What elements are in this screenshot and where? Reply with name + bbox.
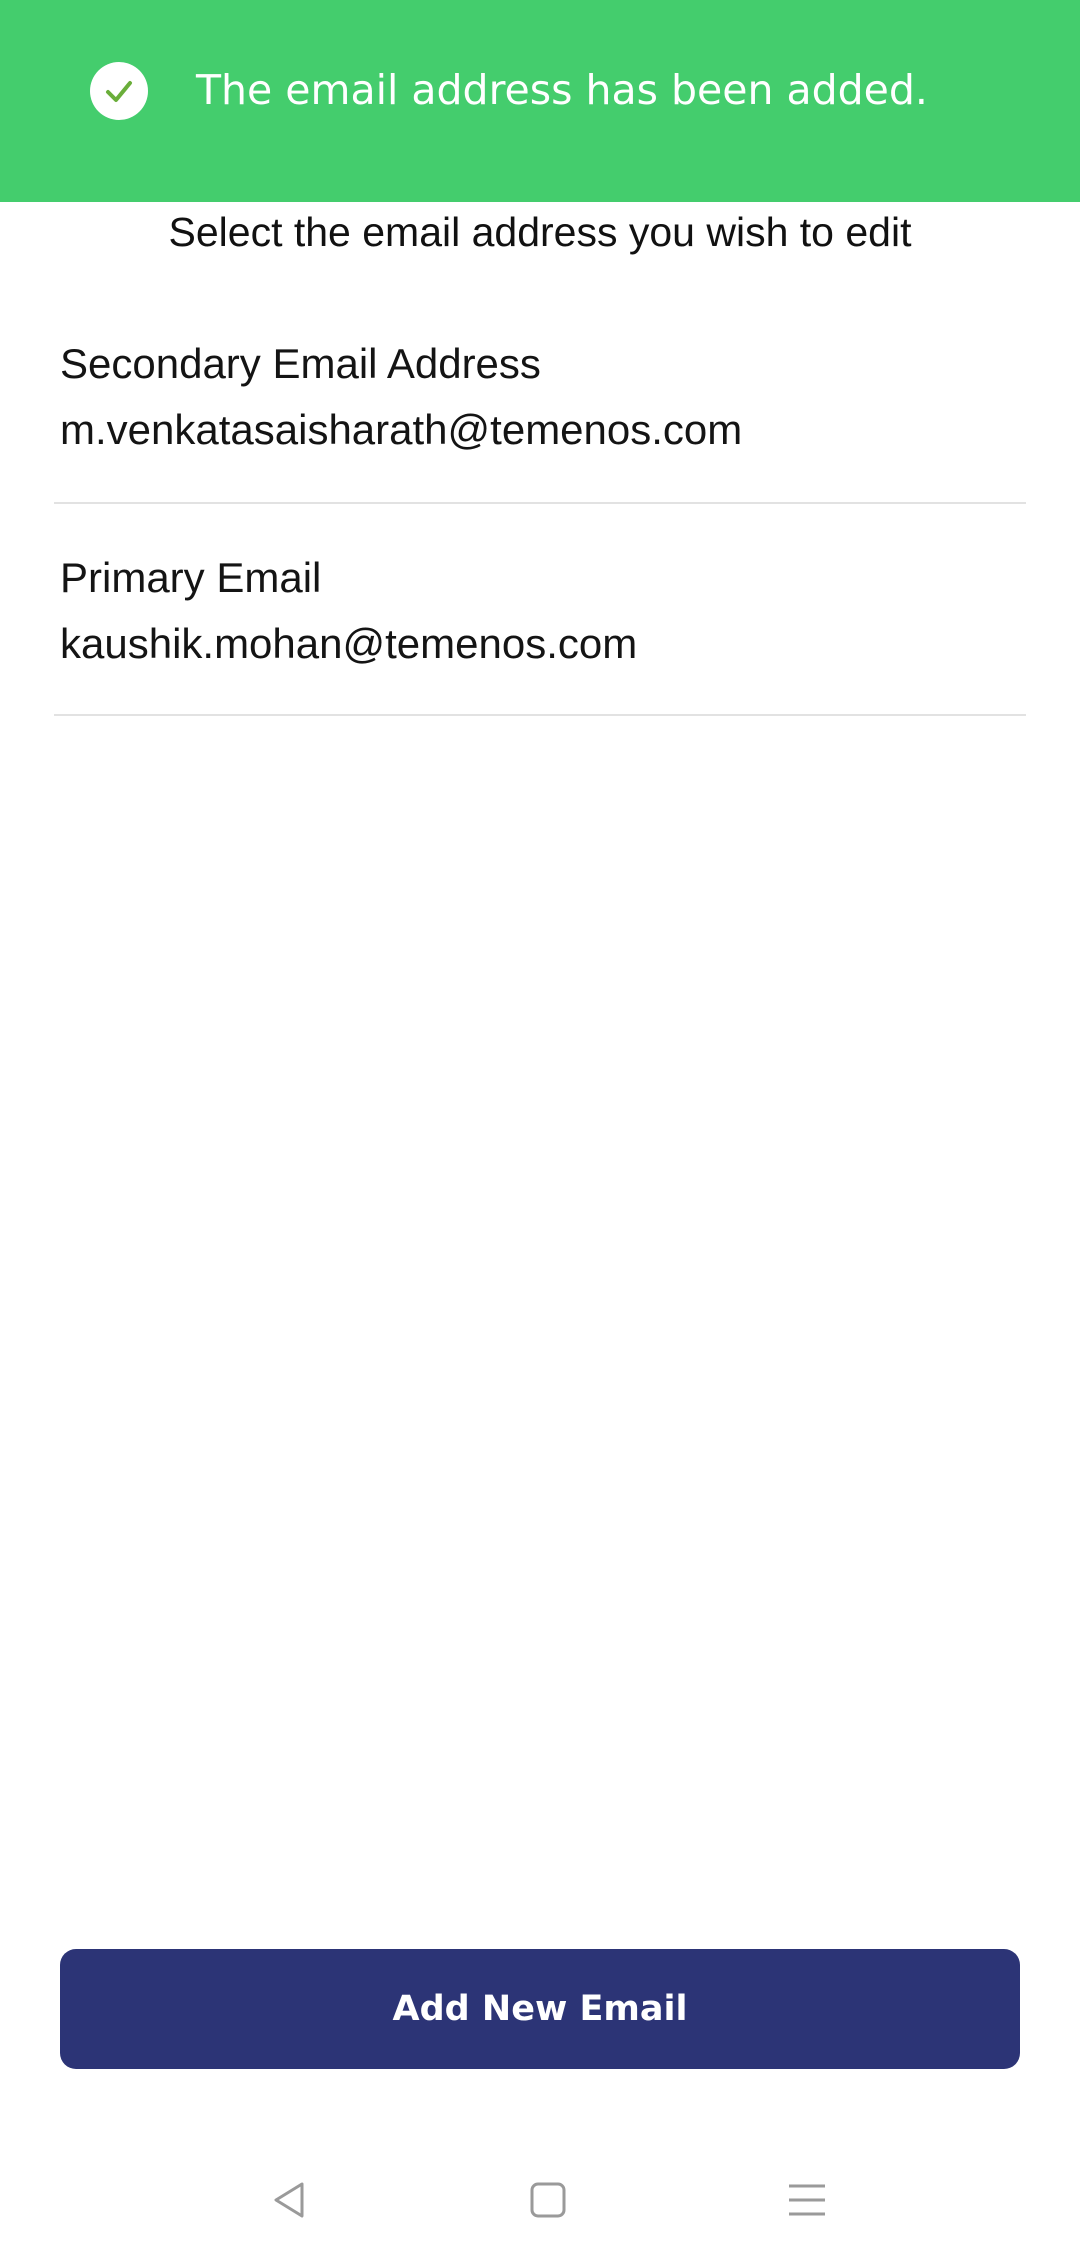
success-toast: The email address has been added. (0, 0, 1080, 202)
email-list-item-primary[interactable]: Primary Email kaushik.mohan@temenos.com (54, 504, 1026, 716)
email-address: m.venkatasaisharath@temenos.com (60, 406, 743, 453)
home-square-icon[interactable] (518, 2170, 578, 2230)
email-label: Secondary Email Address (60, 340, 541, 387)
system-nav-bar (0, 2140, 1080, 2250)
email-label: Primary Email (60, 554, 322, 601)
menu-lines-icon[interactable] (777, 2170, 837, 2230)
toast-message: The email address has been added. (196, 66, 928, 114)
add-new-email-button[interactable]: Add New Email (60, 1949, 1020, 2069)
page-heading: Select the email address you wish to edi… (168, 209, 912, 255)
email-address: kaushik.mohan@temenos.com (60, 620, 638, 667)
back-triangle-icon[interactable] (260, 2170, 320, 2230)
check-circle-icon (90, 62, 148, 120)
email-list-item-secondary[interactable]: Secondary Email Address m.venkatasaishar… (54, 290, 1026, 504)
